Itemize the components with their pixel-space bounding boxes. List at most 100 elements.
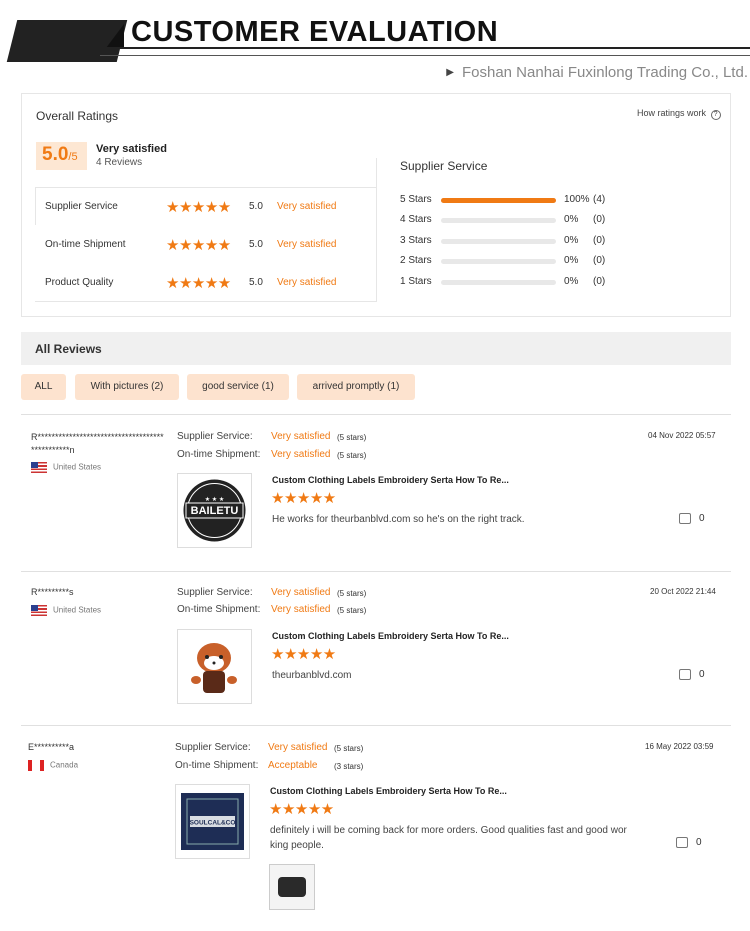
reviewer-country: United States: [31, 605, 101, 616]
bar-label: 2 Stars: [400, 255, 432, 266]
star-icon: ★★★★★: [271, 646, 336, 663]
product-thumbnail[interactable]: BAILETU ★ ★ ★: [177, 473, 252, 548]
reviews-count: 4 Reviews: [96, 157, 143, 168]
how-ratings-label: How ratings work: [637, 108, 707, 118]
bar-percent: 0%: [564, 255, 579, 266]
country-name: United States: [53, 605, 102, 615]
bar-count: (4): [593, 194, 606, 205]
star-icon: ★★★★★: [166, 237, 231, 254]
all-reviews-bar: [21, 332, 731, 365]
field-value: Very satisfied: [271, 449, 331, 460]
bar-percent: 0%: [564, 276, 579, 287]
thumbs-up-icon: [676, 837, 688, 848]
all-reviews-title: All Reviews: [35, 342, 102, 356]
supplier-service-title: Supplier Service: [400, 159, 488, 173]
soulcal-label-image: SOULCAL&CO: [181, 793, 244, 850]
red-panda-patch-image: [191, 643, 237, 693]
category-score: 5.0: [249, 201, 263, 212]
overall-summary: Very satisfied: [96, 143, 167, 155]
field-stars: (5 stars): [337, 451, 367, 460]
bar-count: (0): [593, 214, 606, 225]
bar-track: [441, 239, 556, 244]
review-separator: [21, 725, 731, 726]
svg-text:★ ★ ★: ★ ★ ★: [205, 496, 224, 503]
ca-flag-icon: [28, 760, 44, 771]
company-name: Foshan Nanhai Fuxinlong Trading Co., Ltd…: [461, 64, 748, 81]
category-text: Very satisfied: [277, 277, 337, 288]
category-box-edge: [35, 187, 36, 225]
star-icon: ★★★★★: [166, 199, 231, 216]
bar-track: [441, 218, 556, 223]
bar-track: [441, 259, 556, 264]
bar-label: 3 Stars: [400, 235, 432, 246]
product-title-link[interactable]: Custom Clothing Labels Embroidery Serta …: [270, 786, 507, 796]
label-image-text: BAILETU: [191, 505, 239, 517]
page-title: CUSTOMER EVALUATION: [131, 16, 499, 48]
review-date: 20 Oct 2022 21:44: [650, 587, 716, 596]
bar-label: 1 Stars: [400, 276, 432, 287]
photo-content: [278, 877, 306, 897]
like-count: 0: [699, 669, 705, 681]
filter-arrived-promptly[interactable]: arrived promptly (1): [297, 374, 415, 400]
category-text: Very satisfied: [277, 201, 337, 212]
filter-good-service[interactable]: good service (1): [187, 374, 289, 400]
overall-ratings-title: Overall Ratings: [36, 109, 119, 123]
field-stars: (5 stars): [337, 606, 367, 615]
review-separator: [21, 571, 731, 572]
bar-percent: 0%: [564, 235, 579, 246]
review-text: theurbanblvd.com: [272, 670, 352, 681]
field-stars: (5 stars): [337, 589, 367, 598]
country-name: Canada: [50, 760, 79, 770]
score-suffix: /5: [68, 151, 78, 163]
reviewer-name: R************************************: [31, 432, 164, 442]
field-label: On-time Shipment:: [175, 760, 259, 771]
category-score: 5.0: [249, 239, 263, 250]
field-label: On-time Shipment:: [177, 604, 261, 615]
bar-fill: [441, 198, 556, 203]
star-icon: ★★★★★: [166, 275, 231, 292]
reviewer-name: R*********s: [31, 587, 74, 597]
product-title-link[interactable]: Custom Clothing Labels Embroidery Serta …: [272, 631, 509, 641]
score-value: 5.0: [42, 144, 69, 165]
product-title-link[interactable]: Custom Clothing Labels Embroidery Serta …: [272, 475, 509, 485]
bar-percent: 0%: [564, 214, 579, 225]
like-button[interactable]: 0: [679, 669, 705, 680]
panel-divider: [376, 158, 377, 302]
bar-count: (0): [593, 235, 606, 246]
reviewer-name: E**********a: [28, 742, 75, 752]
bar-percent: 100%: [564, 194, 590, 205]
us-flag-icon: [31, 462, 47, 473]
product-thumbnail[interactable]: [177, 629, 252, 704]
filter-all[interactable]: ALL: [21, 374, 66, 400]
bar-count: (0): [593, 276, 606, 287]
reviewer-country: United States: [31, 462, 101, 473]
review-text: definitely i will be coming back for mor…: [270, 825, 627, 851]
review-text: He works for theurbanblvd.com so he's on…: [272, 514, 525, 525]
field-value: Acceptable: [268, 760, 318, 771]
review-photo[interactable]: [269, 864, 315, 910]
question-icon: ?: [710, 110, 721, 120]
how-ratings-work-link[interactable]: How ratings work ?: [637, 108, 721, 120]
field-label: Supplier Service:: [177, 587, 253, 598]
company-line: ▶ Foshan Nanhai Fuxinlong Trading Co., Lt…: [446, 64, 748, 81]
thumbs-up-icon: [679, 513, 691, 524]
field-label: On-time Shipment:: [177, 449, 261, 460]
bar-track: [441, 280, 556, 285]
review-separator: [21, 414, 731, 415]
field-value: Very satisfied: [271, 604, 331, 615]
thumbs-up-icon: [679, 669, 691, 680]
like-count: 0: [699, 513, 705, 525]
field-label: Supplier Service:: [175, 742, 251, 753]
like-button[interactable]: 0: [676, 837, 702, 848]
field-stars: (5 stars): [334, 744, 364, 753]
star-icon: ★★★★★: [271, 490, 336, 507]
product-thumbnail[interactable]: SOULCAL&CO: [175, 784, 250, 859]
like-count: 0: [696, 837, 702, 849]
country-name: United States: [53, 462, 102, 472]
bar-label: 4 Stars: [400, 214, 432, 225]
play-triangle-icon: ▶: [446, 67, 454, 78]
filter-with-pictures[interactable]: With pictures (2): [75, 374, 179, 400]
field-label: Supplier Service:: [177, 431, 253, 442]
like-button[interactable]: 0: [679, 513, 705, 524]
reviewer-name-cont: ***********n: [31, 445, 75, 455]
